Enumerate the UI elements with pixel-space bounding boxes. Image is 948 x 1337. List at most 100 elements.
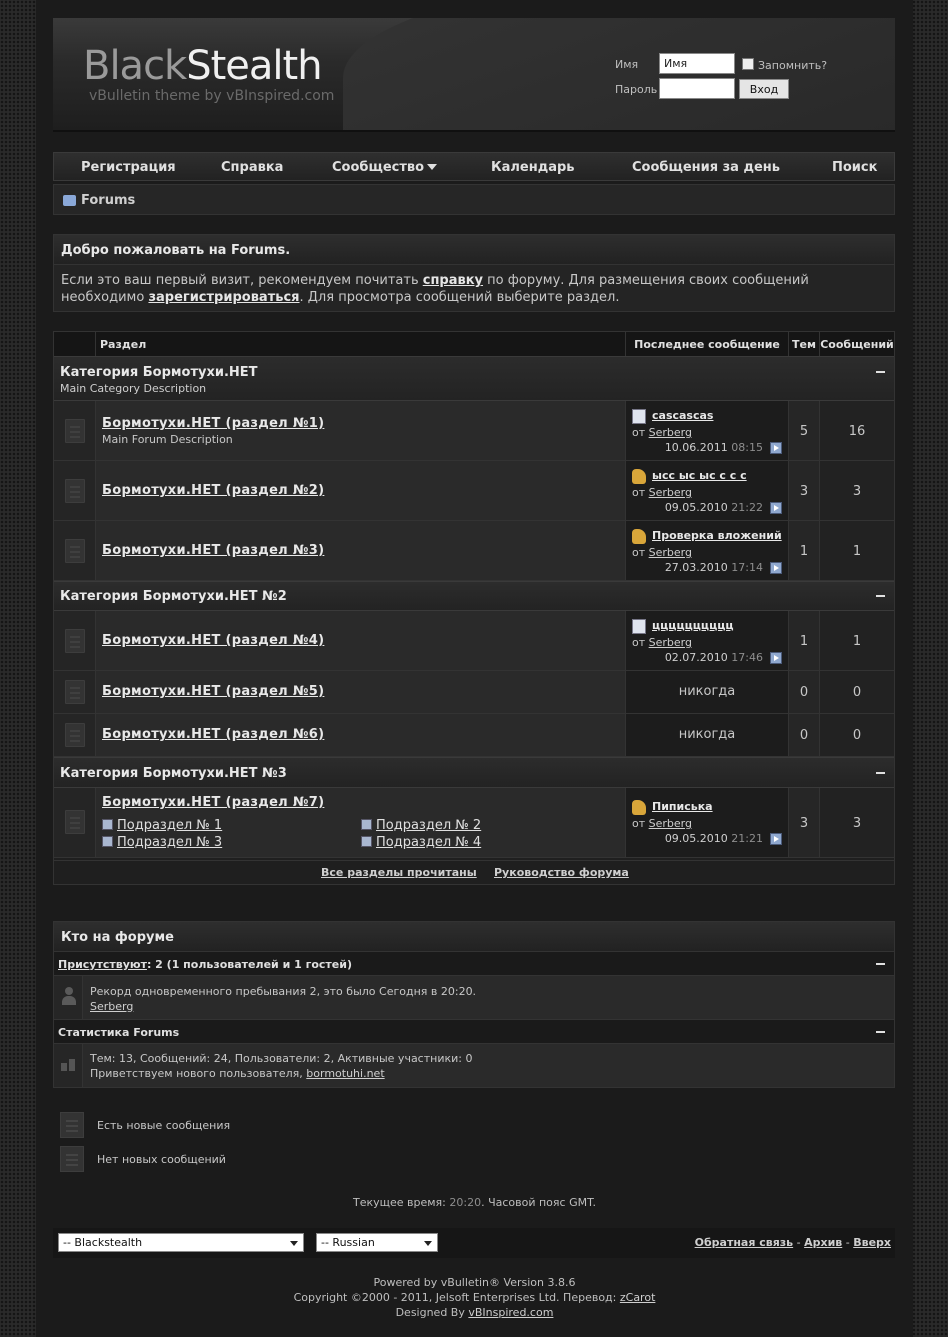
no-new-posts-icon <box>60 1146 84 1172</box>
forum-title-link[interactable]: Бормотухи.НЕТ (раздел №1) <box>102 416 324 431</box>
last-post-by: от <box>632 817 649 830</box>
nav-help[interactable]: Справка <box>221 160 283 175</box>
category-header[interactable]: Категория Бормотухи.НЕТ №3 <box>54 757 894 788</box>
register-link[interactable]: зарегистрироваться <box>148 290 299 305</box>
last-post-user[interactable]: Serberg <box>649 486 692 499</box>
post-count: 0 <box>852 685 862 700</box>
style-select[interactable]: -- Blackstealth <box>58 1233 304 1252</box>
archive-link[interactable]: Архив <box>804 1236 842 1249</box>
remember-label: Запомнить? <box>758 59 828 72</box>
category-title[interactable]: Категория Бормотухи.НЕТ <box>60 365 258 380</box>
last-post-title[interactable]: Проверка вложений <box>652 529 782 542</box>
stats-bar: Статистика Forums <box>54 1020 894 1044</box>
category-title[interactable]: Категория Бормотухи.НЕТ №2 <box>60 589 287 604</box>
last-post-title[interactable]: cascascas <box>652 409 713 422</box>
username-input[interactable] <box>659 53 735 74</box>
welcome-box: Добро пожаловать на Forums. Если это ваш… <box>53 234 895 312</box>
forum-title-link[interactable]: Бормотухи.НЕТ (раздел №3) <box>102 543 324 558</box>
subforum-link[interactable]: Подраздел № 2 <box>361 818 481 833</box>
col-head-last-post: Последнее сообщение <box>626 332 789 356</box>
last-post-time: 17:14 <box>731 561 763 574</box>
last-post-by: от <box>632 546 649 559</box>
forum-title-link[interactable]: Бормотухи.НЕТ (раздел №2) <box>102 483 324 498</box>
language-select[interactable]: -- Russian <box>316 1233 438 1252</box>
subforum-link[interactable]: Подраздел № 4 <box>361 835 481 850</box>
collapse-icon[interactable] <box>876 772 885 774</box>
nav-todays-posts[interactable]: Сообщения за день <box>632 160 780 175</box>
forum-old-icon <box>65 479 85 503</box>
last-post-by: от <box>632 486 649 499</box>
collapse-icon[interactable] <box>876 1031 885 1033</box>
nav-calendar[interactable]: Календарь <box>491 160 575 175</box>
go-to-last-post-icon[interactable] <box>770 562 782 574</box>
forum-leaders-link[interactable]: Руководство форума <box>494 866 629 879</box>
nav-search[interactable]: Поиск <box>832 160 877 175</box>
last-post-user[interactable]: Serberg <box>649 426 692 439</box>
go-to-last-post-icon[interactable] <box>770 652 782 664</box>
online-users-bar: Присутствуют: 2 (1 пользователей и 1 гос… <box>54 952 894 976</box>
logo[interactable]: BlackStealth <box>83 46 323 86</box>
legend-no-new-posts: Нет новых сообщений <box>97 1153 226 1166</box>
collapse-icon[interactable] <box>876 371 885 373</box>
go-to-last-post-icon[interactable] <box>770 442 782 454</box>
forum-title-link[interactable]: Бормотухи.НЕТ (раздел №7) <box>102 795 324 810</box>
last-post-user[interactable]: Serberg <box>649 817 692 830</box>
post-count: 3 <box>852 816 862 831</box>
forum-row: Бормотухи.НЕТ (раздел №6) никогда 0 0 <box>54 714 894 757</box>
login-button[interactable]: Вход <box>739 79 789 99</box>
collapse-icon[interactable] <box>876 595 885 597</box>
subforum-link[interactable]: Подраздел № 1 <box>102 818 222 833</box>
last-post-date-value: 27.03.2010 <box>664 561 728 574</box>
newest-member-link[interactable]: bormotuhi.net <box>306 1067 384 1080</box>
threads-cell: 3 <box>789 788 820 857</box>
category-desc: Main Category Description <box>60 382 207 395</box>
nav-register[interactable]: Регистрация <box>81 160 176 175</box>
contact-us-link[interactable]: Обратная связь <box>695 1236 794 1249</box>
forum-main-cell: Бормотухи.НЕТ (раздел №6) <box>96 714 626 756</box>
last-post-title[interactable]: цццццццццц <box>652 619 734 632</box>
subforum-link[interactable]: Подраздел № 3 <box>102 835 222 850</box>
category-header[interactable]: Категория Бормотухи.НЕТ №2 <box>54 581 894 611</box>
collapse-icon[interactable] <box>876 963 885 965</box>
online-users-link[interactable]: Присутствуют <box>58 958 147 971</box>
last-post-cell: никогда <box>626 714 789 756</box>
mark-forums-read-link[interactable]: Все разделы прочитаны <box>321 866 477 879</box>
last-post-cell: цццццццццц от Serberg 02.07.2010 17:46 <box>626 611 789 670</box>
forum-title-link[interactable]: Бормотухи.НЕТ (раздел №5) <box>102 684 324 699</box>
password-input[interactable] <box>659 78 735 99</box>
posts-cell: 0 <box>820 714 894 756</box>
nav-community[interactable]: Сообщество <box>332 160 438 175</box>
last-post-title[interactable]: Пиписька <box>652 800 713 813</box>
go-to-last-post-icon[interactable] <box>770 502 782 514</box>
current-time-value: 20:20 <box>449 1196 482 1209</box>
header-swoosh <box>343 18 895 130</box>
designer-link[interactable]: vBInspired.com <box>468 1306 553 1319</box>
header: BlackStealth vBulletin theme by vBInspir… <box>53 18 895 132</box>
forum-row: Бормотухи.НЕТ (раздел №5) никогда 0 0 <box>54 671 894 714</box>
category-header[interactable]: Категория Бормотухи.НЕТ Main Category De… <box>54 356 894 401</box>
online-user-link[interactable]: Serberg <box>90 1000 133 1013</box>
last-post-user[interactable]: Serberg <box>649 636 692 649</box>
posts-cell: 1 <box>820 611 894 670</box>
online-record: Рекорд одновременного пребывания 2, это … <box>90 985 477 998</box>
last-post-title[interactable]: ысс ыс ыс с с с <box>652 469 747 482</box>
welcome-text-1: Если это ваш первый визит, рекомендуем п… <box>61 273 423 288</box>
breadcrumb-forums[interactable]: Forums <box>81 193 135 208</box>
category-title[interactable]: Категория Бормотухи.НЕТ №3 <box>60 766 287 781</box>
timezone-text: . Часовой пояс GMT. <box>481 1196 596 1209</box>
last-post-cell: Проверка вложений от Serberg 27.03.2010 … <box>626 521 789 580</box>
logo-subtitle: vBulletin theme by vBInspired.com <box>89 88 335 104</box>
forum-title-link[interactable]: Бормотухи.НЕТ (раздел №6) <box>102 727 324 742</box>
forum-old-icon <box>65 419 85 443</box>
last-post-user[interactable]: Serberg <box>649 546 692 559</box>
chevron-down-icon <box>290 1241 298 1246</box>
forum-title-link[interactable]: Бормотухи.НЕТ (раздел №4) <box>102 633 324 648</box>
go-to-last-post-icon[interactable] <box>770 833 782 845</box>
remember-checkbox[interactable] <box>742 58 754 70</box>
translator-link[interactable]: zCarot <box>620 1291 656 1304</box>
top-link[interactable]: Вверх <box>853 1236 891 1249</box>
forum-row: Бормотухи.НЕТ (раздел №4) цццццццццц от … <box>54 611 894 671</box>
separator: - <box>842 1236 854 1249</box>
thumbs-up-icon <box>632 469 646 484</box>
faq-link[interactable]: справку <box>423 273 483 288</box>
